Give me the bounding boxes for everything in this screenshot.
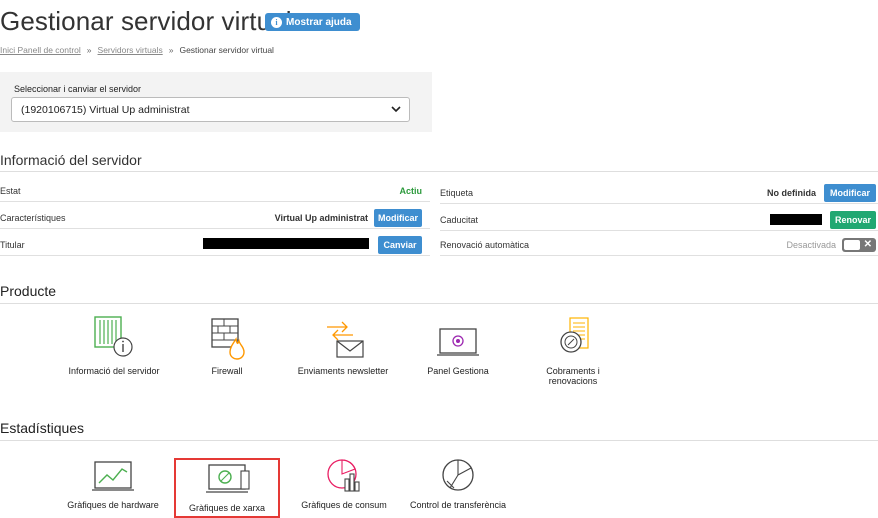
stats-title: Estadístiques xyxy=(0,420,85,436)
product-title: Producte xyxy=(0,283,57,299)
tile-label: Cobraments i renovacions xyxy=(546,366,600,386)
tile-label: Gràfiques de hardware xyxy=(67,500,159,510)
change-holder-button[interactable]: Canviar xyxy=(378,235,422,254)
divider xyxy=(0,440,878,441)
tile-label: Firewall xyxy=(211,366,243,376)
renew-button[interactable]: Renovar xyxy=(830,210,876,229)
caracteristiques-label: Característiques xyxy=(0,212,66,223)
tile-label: Informació del servidor xyxy=(68,366,160,376)
tile-network-charts[interactable]: Gràfiques de xarxa xyxy=(174,458,280,518)
transfer-control-icon xyxy=(442,459,474,491)
tile-panel-gestiona[interactable]: Panel Gestiona xyxy=(418,315,498,376)
modify-label-button[interactable]: Modificar xyxy=(824,183,876,202)
tile-newsletter[interactable]: Enviaments newsletter xyxy=(289,315,397,376)
tile-billing[interactable]: Cobraments i renovacions xyxy=(532,315,614,386)
row-caducitat: Caducitat Renovar xyxy=(440,209,878,231)
close-icon: ✕ xyxy=(863,239,872,250)
breadcrumb-current: Gestionar servidor virtual xyxy=(179,45,274,55)
modify-features-button[interactable]: Modificar xyxy=(374,208,422,227)
page-title: Gestionar servidor virtual xyxy=(0,6,292,36)
server-info-icon xyxy=(94,316,133,357)
firewall-icon xyxy=(211,318,245,360)
breadcrumb-separator: » xyxy=(86,45,92,55)
etiqueta-label: Etiqueta xyxy=(440,187,474,198)
breadcrumb-separator: » xyxy=(168,45,174,55)
info-icon: i xyxy=(271,16,282,28)
titular-label: Titular xyxy=(0,239,25,250)
tile-transfer-control[interactable]: Control de transferència xyxy=(400,455,516,515)
tile-hardware-charts[interactable]: Gràfiques de hardware xyxy=(58,455,168,515)
estat-value: Actiu xyxy=(399,185,423,196)
redacted-expiry xyxy=(770,214,822,225)
etiqueta-value: No definida xyxy=(767,187,816,198)
server-selector-panel: Seleccionar i canviar el servidor (19201… xyxy=(0,72,432,132)
renovacio-value: Desactivada xyxy=(786,239,836,250)
newsletter-icon xyxy=(327,321,364,358)
tile-consumption-charts[interactable]: Gràfiques de consum xyxy=(292,455,396,515)
panel-icon xyxy=(437,328,479,356)
consumption-chart-icon xyxy=(327,459,360,492)
tile-label: Control de transferència xyxy=(409,500,507,510)
server-selector-label: Seleccionar i canviar el servidor xyxy=(14,84,142,94)
tile-firewall[interactable]: Firewall xyxy=(192,315,262,376)
tile-label: Enviaments newsletter xyxy=(297,366,389,376)
auto-renew-toggle[interactable]: ✕ xyxy=(842,238,876,252)
breadcrumb: Inici Panell de control » Servidors virt… xyxy=(0,45,274,55)
divider xyxy=(0,303,878,304)
redacted-titular xyxy=(203,238,369,249)
row-caracteristiques: Característiques Virtual Up administrat … xyxy=(0,207,430,229)
caracteristiques-value: Virtual Up administrat xyxy=(274,212,368,223)
tile-label: Panel Gestiona xyxy=(427,366,489,376)
server-select-value: (1920106715) Virtual Up administrat xyxy=(21,103,190,116)
breadcrumb-servers-link[interactable]: Servidors virtuals xyxy=(98,45,163,55)
row-estat: Estat Actiu xyxy=(0,180,430,202)
tile-server-info[interactable]: Informació del servidor xyxy=(56,315,172,376)
toggle-knob xyxy=(844,240,860,250)
row-renovacio: Renovació automàtica Desactivada ✕ xyxy=(440,234,878,256)
network-chart-icon xyxy=(206,464,250,493)
hardware-chart-icon xyxy=(92,461,134,491)
breadcrumb-home-link[interactable]: Inici Panell de control xyxy=(0,45,81,55)
row-etiqueta: Etiqueta No definida Modificar xyxy=(440,182,878,204)
server-info-title: Informació del servidor xyxy=(0,152,142,168)
tile-label: Gràfiques de xarxa xyxy=(188,503,266,513)
row-titular: Titular Canviar xyxy=(0,234,430,256)
estat-label: Estat xyxy=(0,185,21,196)
renovacio-label: Renovació automàtica xyxy=(440,239,530,250)
chevron-down-icon xyxy=(391,106,401,113)
help-button-label: Mostrar ajuda xyxy=(286,16,352,28)
divider xyxy=(0,171,878,172)
billing-icon xyxy=(560,317,589,353)
server-select[interactable]: (1920106715) Virtual Up administrat xyxy=(11,97,410,122)
caducitat-label: Caducitat xyxy=(440,214,479,225)
tile-label: Gràfiques de consum xyxy=(301,500,387,510)
help-button[interactable]: i Mostrar ajuda xyxy=(265,13,360,31)
